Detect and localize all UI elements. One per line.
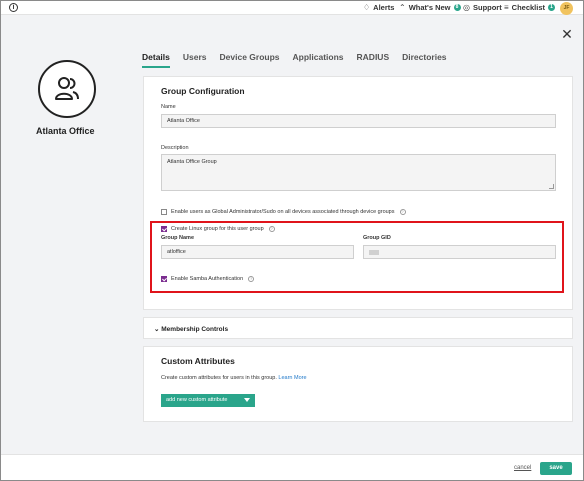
whats-new-badge: 8	[453, 4, 461, 11]
sudo-checkbox-label: Enable users as Global Administrator/Sud…	[171, 209, 395, 215]
learn-more-link[interactable]: Learn More	[278, 375, 306, 381]
add-custom-attribute-button[interactable]: add new custom attribute	[161, 394, 255, 407]
tab-applications[interactable]: Applications	[293, 52, 344, 68]
group-name-heading: Atlanta Office	[36, 126, 95, 136]
caret-down-icon	[244, 398, 250, 402]
name-field[interactable]: Atlanta Office	[161, 114, 556, 128]
checklist-label: Checklist	[511, 3, 546, 12]
avatar[interactable]: JF	[560, 2, 573, 15]
sudo-option: Enable users as Global Administrator/Sud…	[161, 209, 406, 215]
custom-attributes-card: Custom Attributes Create custom attribut…	[143, 346, 573, 422]
tab-bar: Details Users Device Groups Applications…	[142, 52, 460, 68]
checklist-badge: 1	[548, 4, 556, 11]
users-icon	[55, 77, 79, 100]
tab-radius[interactable]: RADIUS	[357, 52, 390, 68]
support-label: Support	[472, 3, 502, 12]
tab-details[interactable]: Details	[142, 52, 170, 68]
membership-controls-label: Membership Controls	[161, 326, 229, 333]
chevron-down-icon: ⌄	[154, 326, 160, 333]
footer-bar: cancel save	[1, 454, 583, 480]
description-field[interactable]: Atlanta Office Group	[161, 154, 556, 191]
checklist-link[interactable]: ≡ Checklist 1	[504, 3, 556, 12]
group-avatar	[38, 60, 96, 118]
resize-handle[interactable]	[549, 184, 554, 189]
tab-device-groups[interactable]: Device Groups	[220, 52, 280, 68]
name-label: Name	[161, 104, 176, 110]
cancel-button[interactable]: cancel	[514, 465, 531, 471]
lifebuoy-icon: ◎	[463, 3, 470, 12]
highlight-box	[150, 221, 564, 293]
tab-directories[interactable]: Directories	[402, 52, 446, 68]
support-link[interactable]: ◎ Support	[463, 3, 502, 12]
description-label: Description	[161, 145, 189, 151]
info-icon[interactable]: i	[9, 3, 18, 12]
alerts-label: Alerts	[373, 3, 395, 12]
whats-new-link[interactable]: ⌃ What's New 8	[399, 3, 461, 12]
close-icon[interactable]: ✕	[561, 27, 573, 41]
tab-users[interactable]: Users	[183, 52, 207, 68]
description-value: Atlanta Office Group	[167, 159, 217, 165]
top-bar: i ♢ Alerts ⌃ What's New 8 ◎ Support ≡ Ch…	[1, 1, 583, 15]
sudo-checkbox[interactable]	[161, 209, 167, 215]
save-button[interactable]: save	[540, 462, 572, 475]
group-configuration-title: Group Configuration	[161, 86, 245, 96]
add-custom-attribute-label: add new custom attribute	[166, 397, 228, 403]
membership-controls-toggle[interactable]: ⌄ Membership Controls	[154, 325, 228, 333]
alerts-link[interactable]: ♢ Alerts	[363, 3, 394, 12]
help-icon[interactable]: ?	[399, 209, 406, 215]
custom-attributes-title: Custom Attributes	[161, 356, 235, 366]
custom-attributes-text: Create custom attributes for users in th…	[161, 375, 277, 381]
megaphone-icon: ⌃	[399, 3, 406, 12]
membership-controls-card: ⌄ Membership Controls	[143, 317, 573, 339]
whats-new-label: What's New	[408, 3, 451, 12]
bell-icon: ♢	[363, 3, 371, 12]
checklist-icon: ≡	[504, 3, 509, 12]
custom-attributes-description: Create custom attributes for users in th…	[161, 375, 307, 381]
